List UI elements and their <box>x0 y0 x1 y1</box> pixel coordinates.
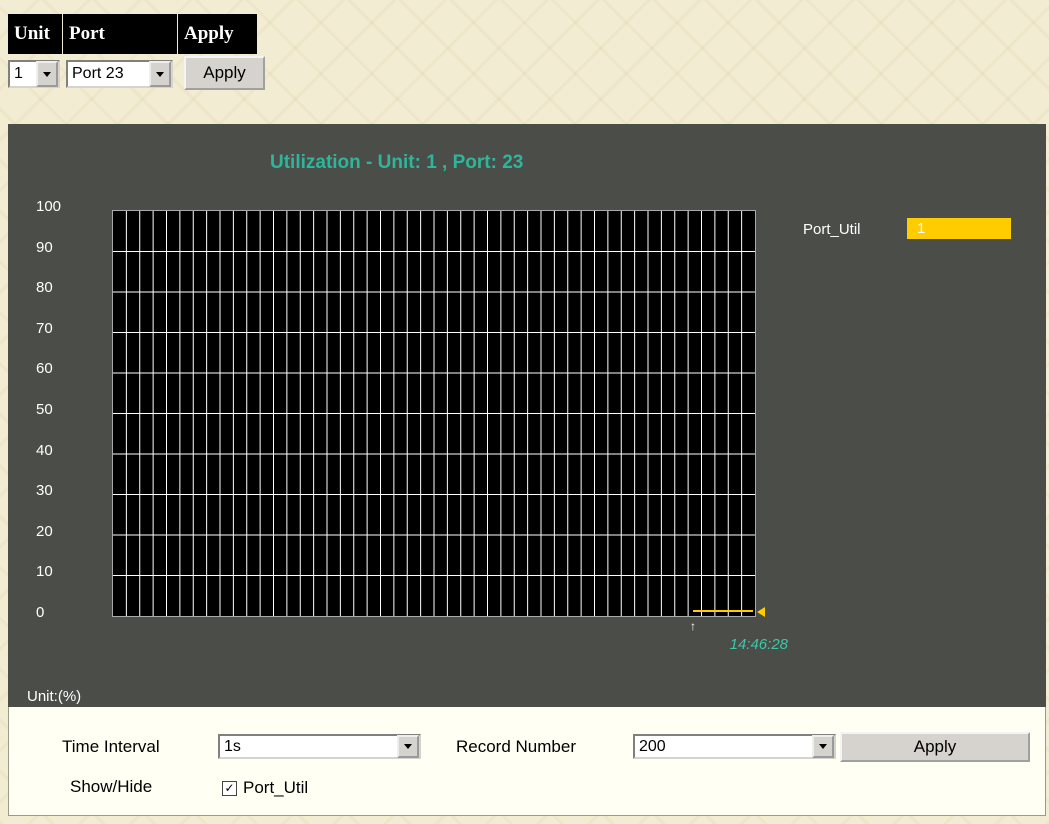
chart-title: Utilization - Unit: 1 , Port: 23 <box>270 152 524 173</box>
plot-svg <box>113 211 755 616</box>
apply-header: Apply <box>178 14 257 54</box>
time-interval-label: Time Interval <box>62 737 160 756</box>
record-number-value: 200 <box>639 737 666 755</box>
port-util-checkbox-row[interactable]: ✓ Port_Util <box>222 778 308 798</box>
chevron-down-icon[interactable] <box>812 735 834 758</box>
chevron-down-icon[interactable] <box>36 61 58 87</box>
port-util-checkbox-label: Port_Util <box>243 778 309 797</box>
y-tick-label: 90 <box>36 238 53 256</box>
top-apply-button[interactable]: Apply <box>184 56 265 90</box>
port-select-value: Port 23 <box>72 65 124 82</box>
y-tick-label: 50 <box>36 401 53 418</box>
legend-current-value: 1 <box>907 218 1011 239</box>
y-tick-label: 100 <box>36 198 62 215</box>
plot-area <box>112 210 756 617</box>
y-tick-label: 20 <box>36 522 53 540</box>
y-tick-label: 10 <box>36 563 53 581</box>
record-number-label: Record Number <box>456 737 576 756</box>
port-select[interactable]: Port 23 <box>66 60 173 88</box>
port-util-checkbox[interactable]: ✓ <box>222 780 237 796</box>
time-interval-value: 1s <box>224 737 241 755</box>
chevron-down-icon[interactable] <box>149 61 171 87</box>
chart-apply-button[interactable]: Apply <box>840 732 1030 762</box>
port-header: Port <box>63 14 177 54</box>
current-value-marker-icon <box>757 606 765 617</box>
show-hide-label: Show/Hide <box>70 777 153 796</box>
y-unit-label: Unit:(%) <box>27 688 82 705</box>
y-tick-label: 70 <box>36 319 53 337</box>
time-marker-icon: ↑ <box>690 619 696 633</box>
y-tick-label: 80 <box>36 279 53 297</box>
time-label: 14:46:28 <box>729 636 788 653</box>
y-tick-label: 30 <box>36 482 53 500</box>
legend-series-name: Port_Util <box>803 221 861 238</box>
chevron-down-icon[interactable] <box>397 735 419 758</box>
unit-select[interactable]: 1 <box>8 60 60 88</box>
record-number-select[interactable]: 200 <box>633 734 836 759</box>
y-tick-label: 0 <box>36 604 45 621</box>
unit-header: Unit <box>8 14 62 54</box>
time-interval-select[interactable]: 1s <box>218 734 421 759</box>
y-tick-label: 40 <box>36 441 53 459</box>
unit-select-value: 1 <box>14 65 23 82</box>
y-tick-label: 60 <box>36 360 53 378</box>
